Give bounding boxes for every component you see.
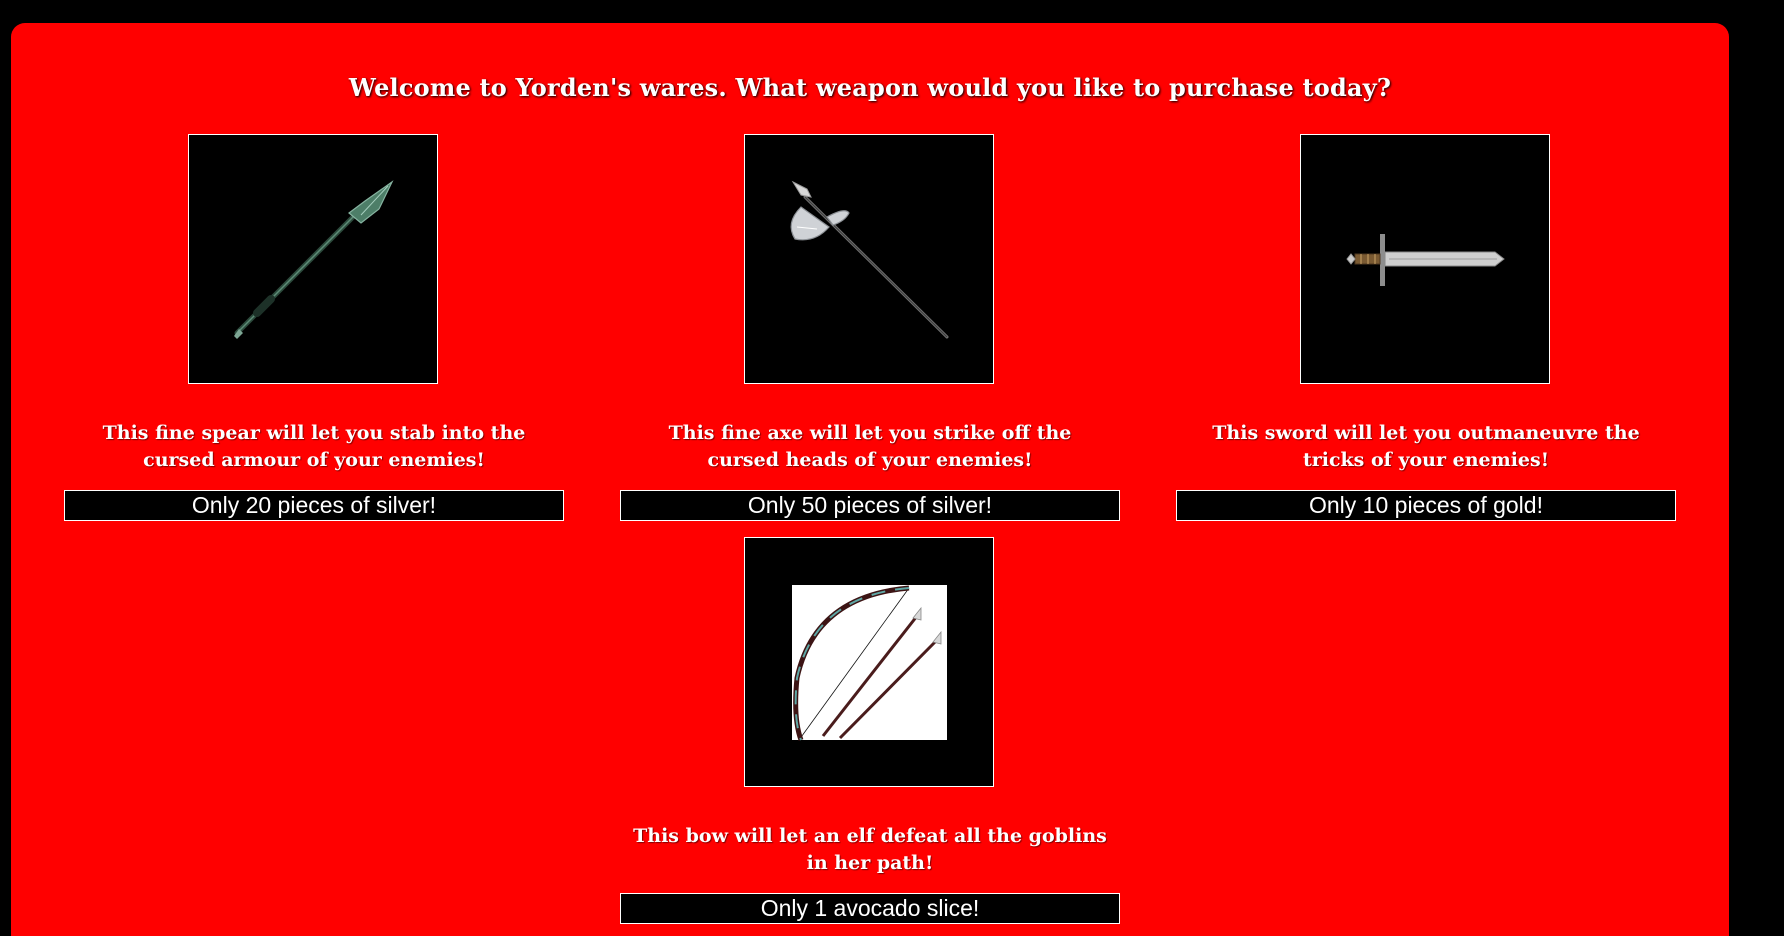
axe-icon [790,180,949,339]
spear-icon [234,180,394,339]
weapon-description: This bow will let an elf defeat all the … [633,825,1107,874]
page-title: Welcome to Yorden's wares. What weapon w… [348,73,1392,102]
weapon-price-button[interactable]: Only 50 pieces of silver! [620,490,1120,521]
weapon-image-frame [744,537,994,787]
weapon-image-frame [1300,134,1550,384]
weapon-description: This sword will let you outmaneuvre the … [1212,422,1640,471]
weapon-description: This fine spear will let you stab into t… [102,422,526,471]
weapon-price-button[interactable]: Only 1 avocado slice! [620,893,1120,924]
weapon-price-button[interactable]: Only 20 pieces of silver! [64,490,564,521]
shop-panel: Welcome to Yorden's wares. What weapon w… [11,23,1729,936]
weapon-description: This fine axe will let you strike off th… [668,422,1072,471]
weapon-price-button[interactable]: Only 10 pieces of gold! [1176,490,1676,521]
weapon-image-frame [744,134,994,384]
bow-icon [792,585,947,741]
sword-icon [1346,234,1505,286]
weapon-image-frame [188,134,438,384]
